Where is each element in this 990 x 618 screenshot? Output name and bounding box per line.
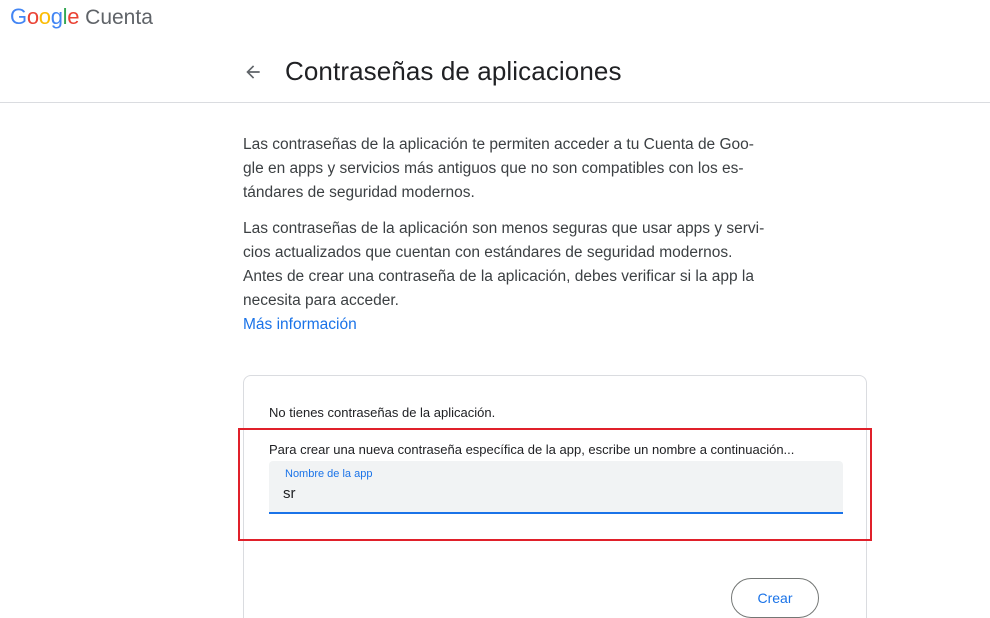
- page-header: Contraseñas de aplicaciones: [241, 56, 622, 87]
- header-divider: [0, 102, 990, 103]
- logo-letter: o: [38, 4, 51, 29]
- logo-letter: g: [50, 4, 63, 29]
- google-wordmark: Google: [10, 4, 79, 30]
- back-button[interactable]: [241, 60, 265, 84]
- page-title: Contraseñas de aplicaciones: [285, 56, 622, 86]
- arrow-back-icon: [246, 64, 260, 79]
- logo-letter: o: [26, 4, 39, 29]
- logo-letter: e: [67, 4, 80, 29]
- create-button[interactable]: Crear: [731, 578, 819, 618]
- intro-paragraph-2: Las contraseñas de la aplicación son men…: [243, 220, 765, 309]
- product-name: Cuenta: [85, 6, 153, 29]
- intro-paragraph-1: Las contraseñas de la aplicación te perm…: [243, 136, 754, 201]
- more-info-link[interactable]: Más información: [243, 313, 357, 337]
- logo-letter: G: [10, 4, 27, 29]
- google-account-logo[interactable]: Google Cuenta: [10, 4, 153, 30]
- intro-section: Las contraseñas de la aplicación te perm…: [243, 133, 803, 337]
- highlight-annotation: [238, 428, 872, 541]
- no-passwords-message: No tienes contraseñas de la aplicación.: [269, 405, 496, 420]
- app-passwords-page: Google Cuenta Contraseñas de aplicacione…: [0, 0, 990, 618]
